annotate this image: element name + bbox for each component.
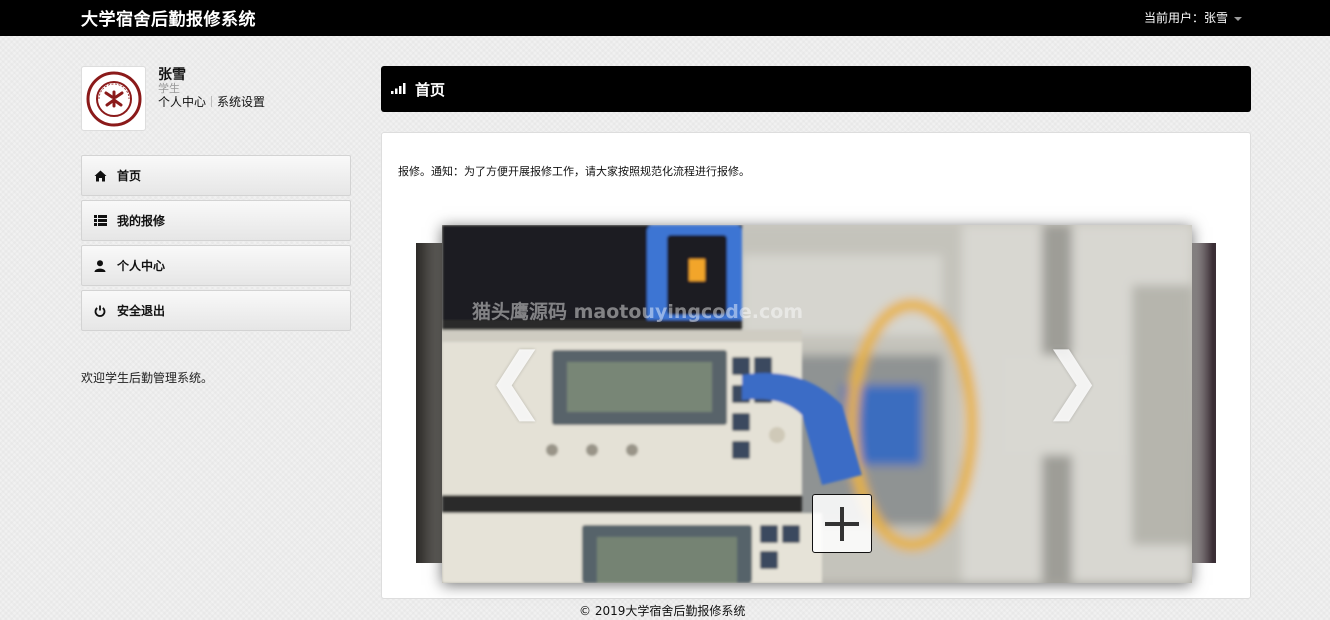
avatar [81,66,146,131]
content-panel: 报修。通知：为了方便开展报修工作，请大家按照规范化流程进行报修。 猫头鹰源码 m… [381,132,1251,599]
sidebar-item-personal-center[interactable]: 个人中心 [81,245,351,286]
personal-center-link[interactable]: 个人中心 [158,93,206,110]
page-header: 首页 [381,66,1251,112]
sidebar-item-my-repairs[interactable]: 我的报修 [81,200,351,241]
carousel-next-button[interactable]: ❯ [1042,343,1102,415]
current-user-label: 当前用户：张雪 [1143,11,1228,25]
plus-icon [825,506,859,541]
sidebar-item-label: 首页 [117,169,142,183]
sidebar-item-label: 个人中心 [117,259,166,273]
signal-icon [391,82,407,97]
power-icon [93,304,107,318]
university-seal-logo [86,71,141,126]
top-navbar: 大学宿舍后勤报修系统 当前用户：张雪 [0,0,1330,36]
profile-links: 个人中心 系统设置 [158,93,265,110]
link-divider [211,96,213,107]
current-user-menu[interactable]: 当前用户：张雪 [1144,9,1242,26]
chevron-down-icon [1234,16,1242,21]
sidebar-item-label: 安全退出 [117,304,166,318]
sidebar-item-label: 我的报修 [117,214,166,228]
app-brand[interactable]: 大学宿舍后勤报修系统 [81,5,256,30]
notice-text: 报修。通知：为了方便开展报修工作，请大家按照规范化流程进行报修。 [398,165,750,178]
welcome-text: 欢迎学生后勤管理系统。 [81,371,214,385]
carousel-prev-button[interactable]: ❮ [486,343,546,415]
footer-copyright: © 2019大学宿舍后勤报修系统 [579,604,746,618]
add-button[interactable] [812,494,872,553]
slide-watermark: 猫头鹰源码 maotouyingcode.com [472,301,804,323]
user-icon [93,259,107,273]
sidebar-item-logout[interactable]: 安全退出 [81,290,351,331]
home-icon [93,169,107,183]
sidebar-item-home[interactable]: 首页 [81,155,351,196]
page-title: 首页 [415,80,446,99]
list-icon [93,214,107,228]
system-settings-link[interactable]: 系统设置 [217,93,265,110]
sidebar-nav: 首页 我的报修 个人中心 安全退出 [81,155,351,335]
